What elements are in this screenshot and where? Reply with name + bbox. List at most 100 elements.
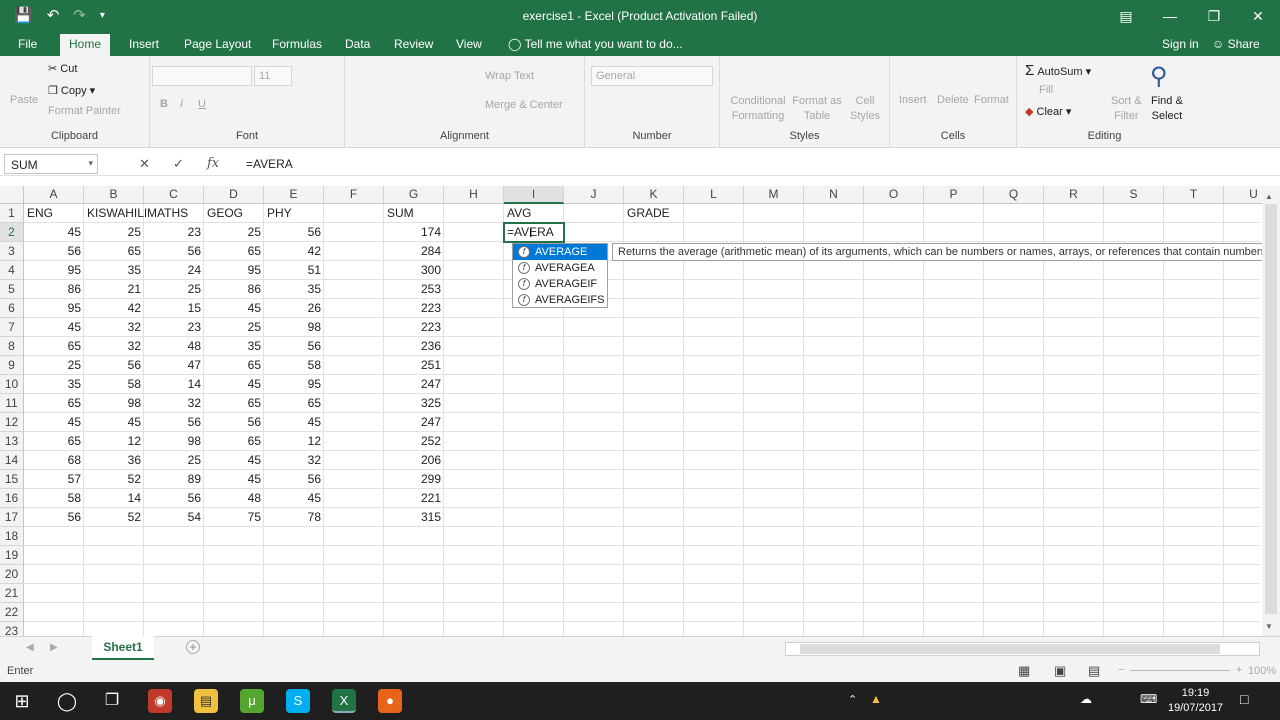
underline-icon[interactable]: U — [198, 98, 206, 110]
cell[interactable]: 299 — [384, 470, 444, 489]
font-name-combo[interactable] — [152, 66, 252, 86]
paste-button[interactable]: Paste — [10, 94, 38, 106]
cell[interactable]: 65 — [24, 432, 84, 451]
cell[interactable]: 45 — [204, 299, 264, 318]
row-header-18[interactable]: 18 — [0, 527, 24, 546]
cell[interactable]: 36 — [84, 451, 144, 470]
sheet-tab-sheet1[interactable]: Sheet1 — [92, 636, 154, 660]
cell[interactable]: 86 — [24, 280, 84, 299]
cell[interactable]: AVG — [504, 204, 564, 223]
cell[interactable]: 56 — [204, 413, 264, 432]
column-header-B[interactable]: B — [84, 186, 144, 204]
cell[interactable]: 221 — [384, 489, 444, 508]
cell[interactable]: 45 — [264, 413, 324, 432]
cell[interactable]: 95 — [24, 261, 84, 280]
cell-styles-button[interactable]: Cell Styles — [845, 94, 885, 124]
delete-cells-button[interactable]: Delete — [937, 94, 969, 106]
copy-button[interactable]: ❐ Copy ▾ — [48, 84, 95, 97]
find-select-button[interactable]: Find & Select — [1151, 94, 1183, 124]
cell[interactable]: 48 — [144, 337, 204, 356]
autocomplete-item[interactable]: f AVERAGEA — [513, 260, 607, 276]
conditional-formatting-button[interactable]: Conditional Formatting — [728, 94, 788, 124]
column-header-G[interactable]: G — [384, 186, 444, 204]
column-header-T[interactable]: T — [1164, 186, 1224, 204]
row-header-3[interactable]: 3 — [0, 242, 24, 261]
add-sheet-icon[interactable]: + — [186, 640, 200, 654]
row-header-2[interactable]: 2 — [0, 223, 24, 242]
tell-me-box[interactable]: ◯ Tell me what you want to do... — [508, 37, 683, 51]
row-header-16[interactable]: 16 — [0, 489, 24, 508]
cell[interactable]: 58 — [264, 356, 324, 375]
page-break-view-icon[interactable]: ▤ — [1088, 663, 1100, 679]
cell[interactable]: 32 — [264, 451, 324, 470]
skype-icon[interactable]: S — [286, 689, 310, 713]
row-header-10[interactable]: 10 — [0, 375, 24, 394]
cell[interactable]: 223 — [384, 318, 444, 337]
cell[interactable]: 95 — [24, 299, 84, 318]
cell[interactable]: 75 — [204, 508, 264, 527]
normal-view-icon[interactable]: ▦ — [1018, 663, 1030, 679]
column-header-R[interactable]: R — [1044, 186, 1104, 204]
cell[interactable]: 45 — [264, 489, 324, 508]
tab-view[interactable]: View — [456, 37, 482, 51]
row-header-15[interactable]: 15 — [0, 470, 24, 489]
cell[interactable]: 98 — [84, 394, 144, 413]
page-layout-view-icon[interactable]: ▣ — [1054, 663, 1066, 679]
app-red-icon[interactable]: ◉ — [148, 689, 172, 713]
cell[interactable]: 45 — [24, 413, 84, 432]
row-header-11[interactable]: 11 — [0, 394, 24, 413]
format-as-table-button[interactable]: Format as Table — [792, 94, 842, 124]
column-header-M[interactable]: M — [744, 186, 804, 204]
column-header-L[interactable]: L — [684, 186, 744, 204]
cell[interactable]: 32 — [84, 337, 144, 356]
cortana-icon[interactable]: ◯ — [55, 689, 79, 713]
autosum-button[interactable]: Σ AutoSum ▾ — [1025, 62, 1091, 79]
cell[interactable]: 35 — [84, 261, 144, 280]
cell[interactable]: 45 — [24, 318, 84, 337]
cell[interactable]: 56 — [144, 413, 204, 432]
cell[interactable]: 48 — [204, 489, 264, 508]
cell[interactable]: 68 — [24, 451, 84, 470]
cell[interactable]: 25 — [204, 318, 264, 337]
cell[interactable]: 56 — [264, 470, 324, 489]
cell[interactable]: 89 — [144, 470, 204, 489]
autocomplete-item[interactable]: f AVERAGEIFS — [513, 292, 607, 308]
cell[interactable]: 65 — [204, 394, 264, 413]
cell[interactable]: 98 — [144, 432, 204, 451]
cell[interactable]: 300 — [384, 261, 444, 280]
scroll-down-icon[interactable]: ▼ — [1265, 622, 1273, 631]
cell[interactable]: GEOG — [204, 204, 264, 223]
cell[interactable]: 12 — [264, 432, 324, 451]
cell[interactable]: 45 — [84, 413, 144, 432]
tab-formulas[interactable]: Formulas — [272, 37, 322, 51]
cell[interactable]: 247 — [384, 375, 444, 394]
cell[interactable]: 253 — [384, 280, 444, 299]
row-header-8[interactable]: 8 — [0, 337, 24, 356]
cell[interactable]: 21 — [84, 280, 144, 299]
column-header-S[interactable]: S — [1104, 186, 1164, 204]
cell[interactable]: 56 — [24, 242, 84, 261]
column-header-D[interactable]: D — [204, 186, 264, 204]
font-size-combo[interactable]: 11 — [254, 66, 292, 86]
formula-input[interactable]: =AVERA — [246, 157, 293, 171]
notification-icon[interactable]: □ — [1240, 691, 1248, 707]
cell[interactable]: 65 — [84, 242, 144, 261]
cell[interactable]: 35 — [24, 375, 84, 394]
cell[interactable]: 58 — [84, 375, 144, 394]
cell[interactable]: 56 — [144, 242, 204, 261]
zoom-slider[interactable] — [1130, 670, 1230, 671]
cell[interactable]: 23 — [144, 318, 204, 337]
column-header-E[interactable]: E — [264, 186, 324, 204]
cut-button[interactable]: ✂ Cut — [48, 62, 77, 75]
cell[interactable]: 42 — [264, 242, 324, 261]
format-painter-button[interactable]: Format Painter — [48, 105, 121, 117]
recorder-icon[interactable]: ● — [378, 689, 402, 713]
cell[interactable]: 95 — [264, 375, 324, 394]
clock[interactable]: 19:19 19/07/2017 — [1168, 686, 1223, 716]
cell[interactable]: 58 — [24, 489, 84, 508]
name-box[interactable]: SUM ▾ — [4, 154, 98, 174]
cell[interactable]: KISWAHILI — [84, 204, 147, 223]
cell[interactable]: 56 — [84, 356, 144, 375]
column-header-F[interactable]: F — [324, 186, 384, 204]
cell[interactable]: 56 — [264, 337, 324, 356]
